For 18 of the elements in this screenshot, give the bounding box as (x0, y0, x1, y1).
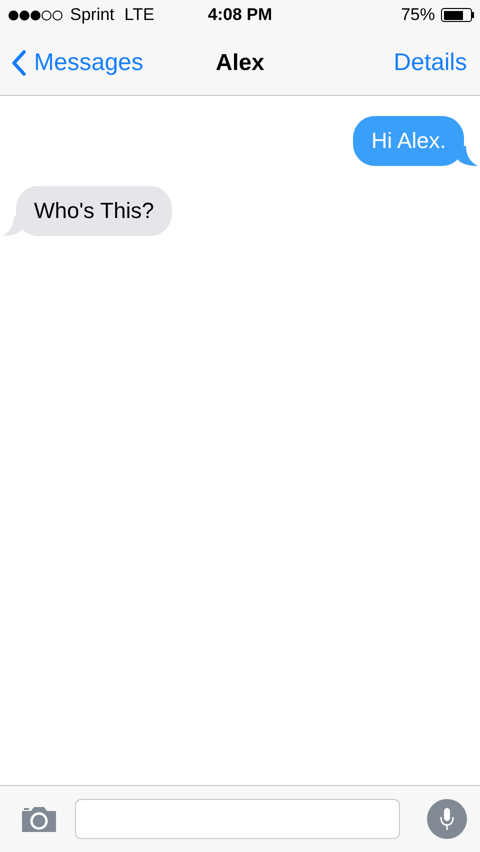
network-type: LTE (124, 5, 154, 25)
battery-icon (441, 8, 474, 22)
battery-percent: 75% (400, 5, 435, 25)
signal-icon (8, 10, 64, 20)
status-time: 4:08 PM (206, 5, 274, 25)
contact-name: Alex (214, 49, 266, 76)
microphone-icon (439, 807, 455, 831)
bubble-tail (2, 216, 22, 236)
back-button[interactable]: Messages (12, 48, 144, 76)
camera-icon[interactable] (20, 805, 58, 833)
microphone-button[interactable] (427, 799, 467, 839)
carrier-name: Sprint (70, 5, 114, 25)
message-input-field[interactable] (75, 799, 400, 839)
chevron-icon (12, 50, 26, 76)
received-message-bubble: Who's This? (16, 186, 172, 236)
details-button[interactable]: Details (394, 48, 467, 76)
bubble-tail (458, 146, 478, 166)
sent-message-bubble: Hi Alex. (353, 116, 464, 166)
